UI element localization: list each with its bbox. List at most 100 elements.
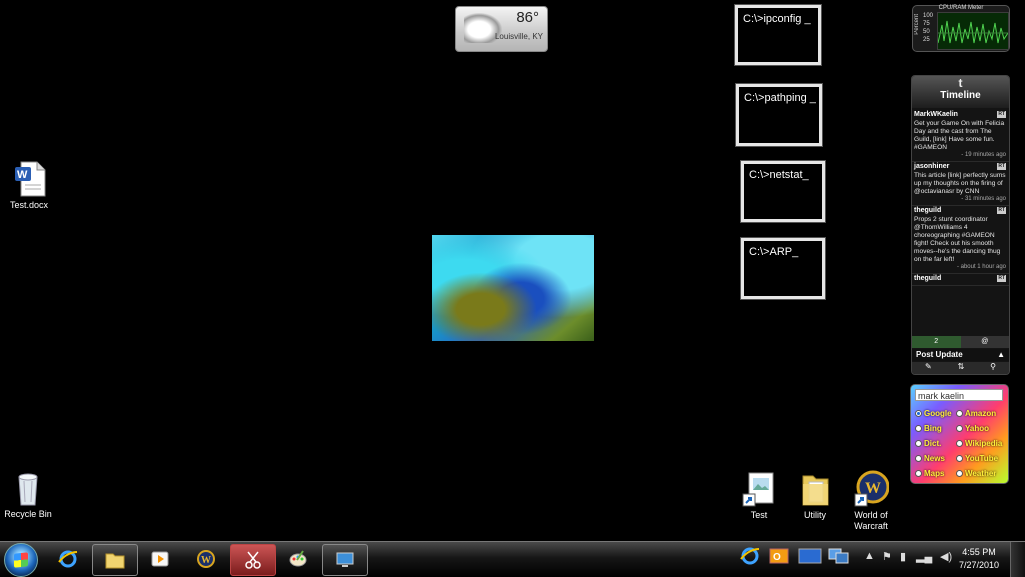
- folder-icon: [105, 553, 125, 569]
- search-gadget[interactable]: mark kaelin Google Bing Dict. News Maps …: [910, 384, 1009, 484]
- twitter-feed[interactable]: MarkWKaelin RT Get your Game On with Feli…: [912, 110, 1009, 335]
- twitter-header: t Timeline: [912, 76, 1009, 108]
- recycle-bin-label: Recycle Bin: [4, 509, 52, 519]
- tab-mentions-count[interactable]: 2: [912, 336, 961, 348]
- search-option-news[interactable]: News: [915, 454, 945, 463]
- search-option-yahoo[interactable]: Yahoo: [956, 424, 989, 433]
- comment-icon[interactable]: ✎: [925, 362, 932, 374]
- taskbar: W O ▲ ⚑ ▮ ▂▄ ◀) 4:55 PM 7/27/2010: [0, 541, 1025, 577]
- weather-gadget[interactable]: 86° Louisville, KY: [455, 6, 548, 52]
- search-icon[interactable]: ⚲: [990, 362, 996, 374]
- tweet[interactable]: MarkWKaelin RT Get your Game On with Feli…: [912, 110, 1009, 162]
- network-signal-icon[interactable]: ▂▄: [916, 550, 932, 563]
- internet-explorer-icon: [58, 550, 78, 568]
- taskbar-windows-explorer[interactable]: [92, 544, 138, 576]
- media-player-icon: [151, 551, 169, 567]
- wow-label-1: World of: [854, 510, 888, 520]
- clock-date: 7/27/2010: [958, 560, 999, 570]
- taskbar-media-player[interactable]: [138, 544, 182, 574]
- system-clock[interactable]: 4:55 PM 7/27/2010: [959, 546, 999, 572]
- weather-temperature: 86°: [516, 9, 539, 26]
- cpu-graph: [937, 12, 1009, 50]
- taskbar-paint[interactable]: [276, 544, 320, 574]
- svg-text:O: O: [773, 552, 781, 563]
- trash-icon: [10, 469, 46, 507]
- slideshow-gadget-image[interactable]: [432, 235, 594, 341]
- twitter-gadget[interactable]: t Timeline MarkWKaelin RT Get your Game O…: [911, 75, 1010, 375]
- cmd-gadget-netstat[interactable]: C:\>netstat_: [741, 161, 825, 222]
- tray-desktop-icon[interactable]: [798, 546, 822, 569]
- tray-windows-switch-icon[interactable]: [828, 546, 850, 569]
- cpu-meter-title: CPU/RAM Meter: [938, 5, 984, 11]
- taskbar-snipping-tool[interactable]: [230, 544, 276, 576]
- retweet-button[interactable]: RT: [997, 207, 1006, 214]
- battery-icon[interactable]: ▮: [900, 550, 906, 563]
- tweet-time: - about 1 hour ago: [956, 264, 1006, 270]
- cmd-text: C:\>pathping _: [744, 92, 816, 104]
- word-document-icon: W: [11, 160, 47, 198]
- folder-icon: [797, 470, 833, 508]
- wow-logo-icon: W: [197, 550, 215, 568]
- search-option-google[interactable]: Google: [915, 409, 952, 418]
- search-input[interactable]: mark kaelin: [915, 389, 1003, 401]
- twitter-logo: t: [958, 76, 963, 90]
- test-docx-icon[interactable]: W Test.docx: [0, 160, 64, 211]
- cmd-gadget-pathping[interactable]: C:\>pathping _: [736, 84, 822, 146]
- show-hidden-icons[interactable]: ▲: [864, 550, 875, 562]
- twitter-title: Timeline: [940, 90, 981, 101]
- scissors-icon: [245, 551, 261, 569]
- cpu-meter-ticks: 100 75 50 25: [923, 13, 934, 43]
- search-option-weather[interactable]: Weather: [956, 469, 996, 478]
- tweet-time: - 19 minutes ago: [961, 152, 1006, 158]
- cmd-gadget-ipconfig[interactable]: C:\>ipconfig _: [735, 5, 821, 65]
- tweet[interactable]: theguild RT Props 2 stunt coordinator @Th…: [912, 206, 1009, 274]
- tray-internet-explorer-icon[interactable]: [740, 546, 760, 569]
- world-of-warcraft-icon[interactable]: W World of Warcraft: [836, 470, 906, 532]
- tweet-user[interactable]: MarkWKaelin: [914, 111, 958, 118]
- wow-label-2: Warcraft: [854, 521, 888, 531]
- search-option-bing[interactable]: Bing: [915, 424, 942, 433]
- tweet-user[interactable]: theguild: [914, 207, 941, 214]
- search-option-dict[interactable]: Dict.: [915, 439, 941, 448]
- retweet-button[interactable]: RT: [997, 111, 1006, 118]
- cmd-gadget-arp[interactable]: C:\>ARP_: [741, 238, 825, 299]
- cpu-meter-gadget[interactable]: CPU/RAM Meter Percent 100 75 50 25: [912, 5, 1010, 52]
- post-update-bar: Post Update ▲: [912, 349, 1009, 361]
- twitter-tabs: 2 @: [912, 336, 1009, 348]
- triangle-up-icon[interactable]: ▲: [997, 349, 1005, 361]
- tweet-text: This article [link] perfectly sums up my…: [914, 172, 1006, 195]
- search-option-maps[interactable]: Maps: [915, 469, 944, 478]
- tweet-text: Props 2 stunt coordinator @ThomWilliams …: [914, 216, 1001, 263]
- taskbar-internet-explorer[interactable]: [46, 544, 90, 574]
- search-option-wikipedia[interactable]: Wikipedia: [956, 439, 1002, 448]
- tab-at-replies[interactable]: @: [960, 336, 1009, 348]
- cmd-text: C:\>ipconfig _: [743, 13, 811, 25]
- search-option-amazon[interactable]: Amazon: [956, 409, 996, 418]
- weather-city: Louisville, KY: [494, 32, 543, 41]
- show-desktop-button[interactable]: [1010, 542, 1025, 577]
- cpu-meter-ylabel: Percent: [914, 14, 920, 35]
- post-update-button[interactable]: Post Update: [916, 349, 963, 361]
- retweet-button[interactable]: RT: [997, 163, 1006, 170]
- clock-time: 4:55 PM: [962, 547, 996, 557]
- tweet[interactable]: jasonhiner RT This article [link] perfect…: [912, 162, 1009, 206]
- volume-icon[interactable]: ◀): [940, 550, 952, 563]
- test-docx-label: Test.docx: [9, 200, 49, 210]
- svg-text:W: W: [17, 169, 28, 181]
- windows-logo-icon: [14, 552, 28, 568]
- retweet-button[interactable]: RT: [997, 275, 1006, 282]
- tweet-user[interactable]: jasonhiner: [914, 163, 949, 170]
- tray-outlook-icon[interactable]: O: [768, 546, 790, 569]
- svg-text:W: W: [201, 555, 211, 566]
- tweet[interactable]: theguild RT: [912, 274, 1009, 286]
- taskbar-world-of-warcraft[interactable]: W: [184, 544, 228, 574]
- recycle-bin-icon[interactable]: Recycle Bin: [0, 469, 63, 520]
- twitter-toolbar: ✎ ⇅ ⚲: [912, 362, 1009, 374]
- tweet-time: - 31 minutes ago: [961, 196, 1006, 202]
- search-option-youtube[interactable]: YouTube: [956, 454, 998, 463]
- refresh-icon[interactable]: ⇅: [958, 362, 965, 374]
- tweet-user[interactable]: theguild: [914, 275, 941, 282]
- taskbar-remote-desktop[interactable]: [322, 544, 368, 576]
- start-button[interactable]: [4, 543, 38, 577]
- action-center-flag-icon[interactable]: ⚑: [882, 550, 892, 563]
